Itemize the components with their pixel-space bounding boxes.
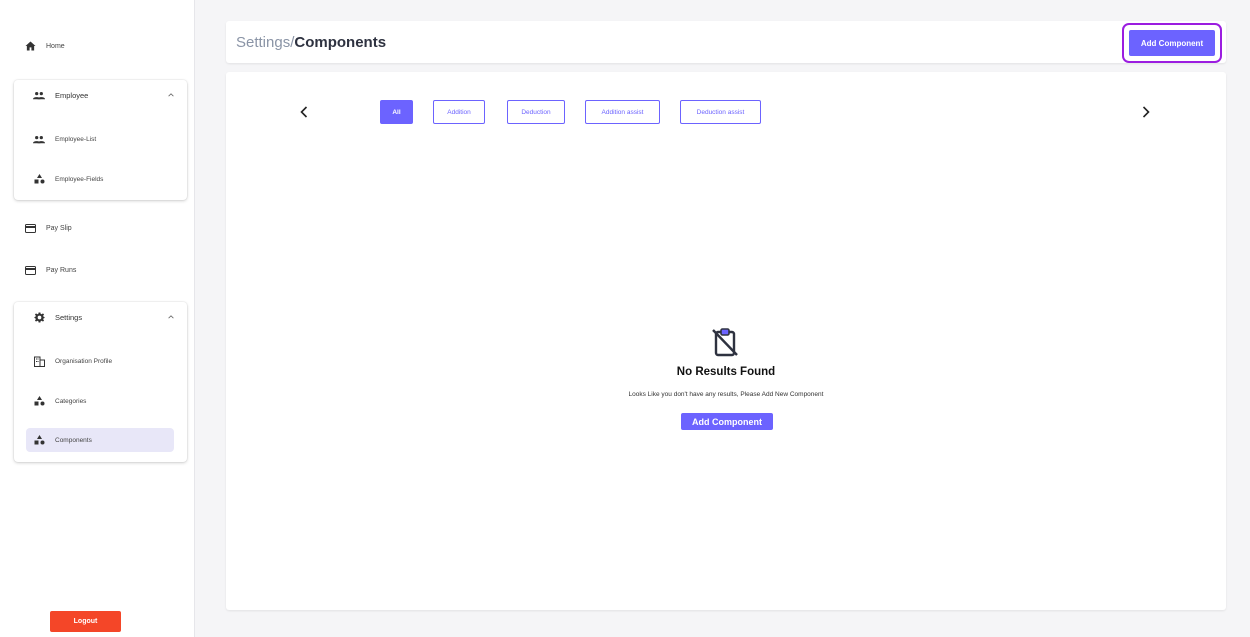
shapes-icon [33, 395, 45, 407]
sidebar: Home Employee Employee-List Employee-Fie… [0, 0, 195, 637]
sidebar-item-components[interactable]: Components [26, 428, 174, 452]
filter-tab-deduction[interactable]: Deduction [507, 100, 565, 124]
sidebar-item-home[interactable]: Home [14, 34, 186, 58]
chevron-up-icon[interactable] [167, 91, 175, 99]
sidebar-item-label: Components [55, 436, 92, 444]
settings-group-header[interactable]: Settings [14, 302, 187, 332]
page-header: Settings/Components [226, 21, 1226, 63]
empty-state-title: No Results Found [676, 366, 776, 378]
filter-tab-addition-assist[interactable]: Addition assist [585, 100, 660, 124]
sidebar-item-employee-list[interactable]: Employee-List [26, 127, 174, 151]
sidebar-item-label: Pay Runs [46, 266, 77, 274]
logout-button[interactable]: Logout [50, 611, 121, 632]
add-component-empty-button[interactable]: Add Component [681, 413, 773, 430]
building-icon [33, 355, 45, 367]
chevron-up-icon[interactable] [167, 313, 175, 321]
clipboard-off-icon [712, 328, 738, 357]
home-icon [24, 40, 36, 52]
sidebar-item-label: Home [46, 42, 65, 50]
page-title: Components [294, 34, 387, 51]
sidebar-item-categories[interactable]: Categories [26, 389, 174, 413]
people-icon [33, 133, 45, 145]
sidebar-item-pay-slip[interactable]: Pay Slip [14, 216, 186, 240]
settings-group: Settings Organisation Profile Categories… [14, 302, 187, 462]
sidebar-item-employee-fields[interactable]: Employee-Fields [26, 167, 174, 191]
filter-tab-all[interactable]: All [380, 100, 413, 124]
shapes-icon [33, 434, 45, 446]
sidebar-item-label: Categories [55, 397, 87, 405]
shapes-icon [33, 173, 45, 185]
chevron-left-icon[interactable] [297, 105, 311, 119]
people-icon [33, 89, 45, 101]
employee-group: Employee Employee-List Employee-Fields [14, 80, 187, 200]
sidebar-item-label: Employee-List [55, 135, 97, 143]
sidebar-item-label: Pay Slip [46, 224, 72, 232]
filter-tab-deduction-assist[interactable]: Deduction assist [680, 100, 761, 124]
empty-state-description: Looks Like you don't have any results, P… [628, 391, 824, 398]
breadcrumb: Settings/Components [236, 34, 386, 51]
sidebar-item-label: Organisation Profile [55, 357, 113, 365]
employee-group-header[interactable]: Employee [14, 80, 187, 110]
sidebar-item-organisation-profile[interactable]: Organisation Profile [26, 349, 174, 373]
filter-tab-addition[interactable]: Addition [433, 100, 485, 124]
sidebar-item-pay-runs[interactable]: Pay Runs [14, 258, 186, 282]
main-panel: All Addition Deduction Addition assist D… [226, 72, 1226, 610]
chevron-right-icon[interactable] [1139, 105, 1153, 119]
add-component-button-highlight: Add Component [1122, 23, 1222, 63]
sidebar-item-label: Employee-Fields [55, 175, 104, 183]
employee-group-label: Employee [55, 90, 89, 100]
add-component-button[interactable]: Add Component [1129, 30, 1215, 56]
gear-icon [33, 311, 45, 323]
settings-group-label: Settings [55, 312, 83, 322]
card-icon [24, 264, 36, 276]
card-icon [24, 222, 36, 234]
breadcrumb-parent[interactable]: Settings/ [236, 34, 294, 51]
